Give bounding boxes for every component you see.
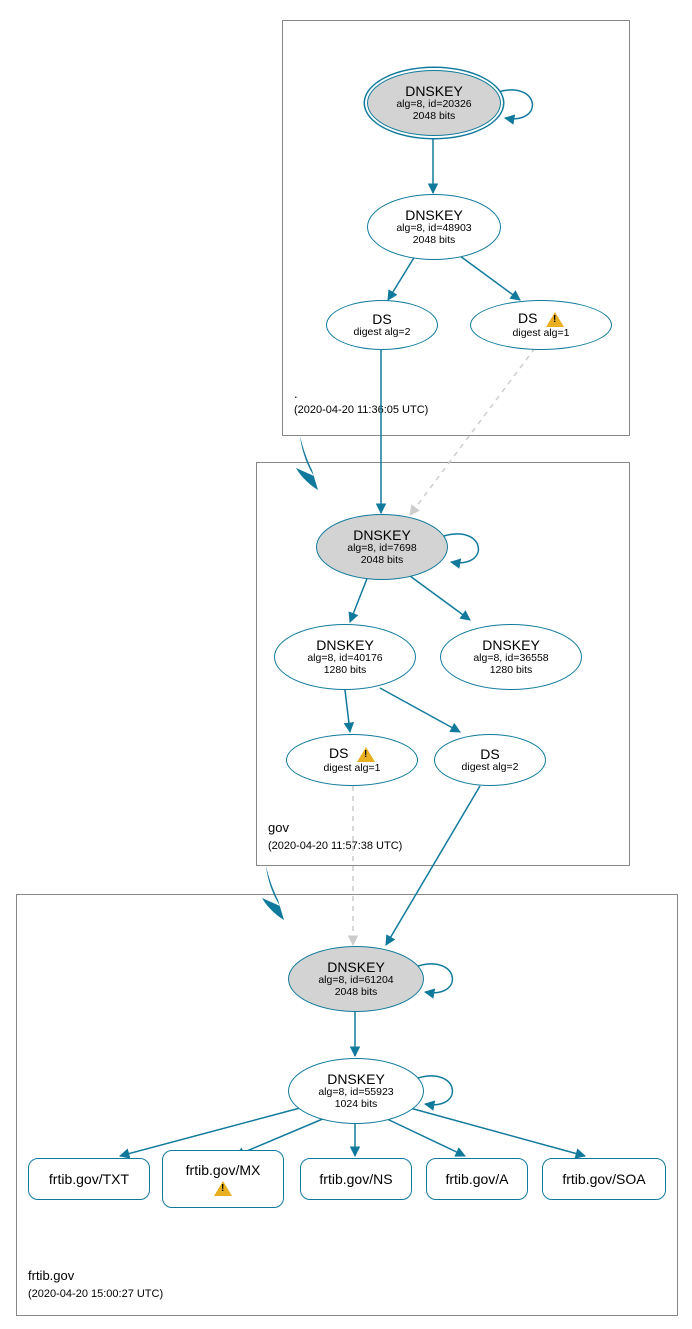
rr-label: frtib.gov/SOA: [562, 1171, 645, 1188]
node-sub1: alg=8, id=36558: [473, 653, 548, 665]
node-sub1: alg=8, id=7698: [347, 543, 416, 555]
dnskey-gov-zsk2: DNSKEY alg=8, id=36558 1280 bits: [440, 624, 582, 690]
node-sub2: 1280 bits: [324, 665, 367, 677]
node-title: DNSKEY: [327, 1072, 385, 1087]
rr-label: frtib.gov/A: [445, 1171, 508, 1188]
node-sub2: 2048 bits: [335, 987, 378, 999]
rr-a: frtib.gov/A: [426, 1158, 528, 1200]
node-title: DNSKEY: [327, 960, 385, 975]
zone-gov-label: gov: [268, 820, 289, 835]
zone-frtib-label: frtib.gov: [28, 1268, 74, 1283]
node-title: DNSKEY: [405, 84, 463, 99]
dnskey-root-ksk: DNSKEY alg=8, id=20326 2048 bits: [367, 70, 501, 136]
rr-soa: frtib.gov/SOA: [542, 1158, 666, 1200]
rr-label: frtib.gov/NS: [319, 1171, 392, 1188]
node-sub2: 2048 bits: [413, 235, 456, 247]
node-sub1: alg=8, id=20326: [396, 99, 471, 111]
node-sub2: 1280 bits: [490, 665, 533, 677]
rr-txt: frtib.gov/TXT: [28, 1158, 150, 1200]
dnskey-gov-zsk1: DNSKEY alg=8, id=40176 1280 bits: [274, 624, 416, 690]
rr-mx: frtib.gov/MX: [162, 1150, 284, 1208]
dnskey-frtib-ksk: DNSKEY alg=8, id=61204 2048 bits: [288, 946, 424, 1012]
warning-icon: [546, 312, 564, 327]
ds-root-alg1: DS digest alg=1: [470, 300, 612, 350]
node-title: DS: [372, 312, 391, 327]
node-title: DS: [480, 747, 499, 762]
rr-ns: frtib.gov/NS: [300, 1158, 412, 1200]
node-title: DNSKEY: [405, 208, 463, 223]
ds-root-alg2: DS digest alg=2: [326, 300, 438, 350]
rr-label: frtib.gov/MX: [186, 1162, 261, 1179]
node-sub1: alg=8, id=61204: [318, 975, 393, 987]
node-sub1: digest alg=1: [324, 763, 381, 775]
dnskey-root-zsk: DNSKEY alg=8, id=48903 2048 bits: [367, 194, 501, 260]
rr-label: frtib.gov/TXT: [49, 1171, 129, 1188]
dnskey-frtib-zsk: DNSKEY alg=8, id=55923 1024 bits: [288, 1058, 424, 1124]
zone-root-label: .: [294, 386, 298, 401]
dnskey-gov-ksk: DNSKEY alg=8, id=7698 2048 bits: [316, 514, 448, 580]
node-sub2: 1024 bits: [335, 1099, 378, 1111]
node-title: DNSKEY: [316, 638, 374, 653]
node-sub1: alg=8, id=48903: [396, 223, 471, 235]
node-title: DNSKEY: [353, 528, 411, 543]
node-sub2: 2048 bits: [413, 111, 456, 123]
zone-root-timestamp: (2020-04-20 11:36:05 UTC): [294, 404, 428, 416]
zone-frtib-timestamp: (2020-04-20 15:00:27 UTC): [28, 1288, 163, 1300]
node-title: DS: [518, 310, 537, 326]
node-sub2: 2048 bits: [361, 555, 404, 567]
node-title: DS: [329, 745, 348, 761]
ds-gov-alg1: DS digest alg=1: [286, 734, 418, 786]
node-sub1: alg=8, id=40176: [307, 653, 382, 665]
ds-gov-alg2: DS digest alg=2: [434, 734, 546, 786]
warning-icon: [357, 747, 375, 762]
node-sub1: alg=8, id=55923: [318, 1087, 393, 1099]
node-sub1: digest alg=2: [354, 327, 411, 339]
zone-gov-timestamp: (2020-04-20 11:57:38 UTC): [268, 840, 402, 852]
node-title: DNSKEY: [482, 638, 540, 653]
node-sub1: digest alg=1: [513, 328, 570, 340]
node-sub1: digest alg=2: [462, 762, 519, 774]
warning-icon: [214, 1181, 232, 1196]
